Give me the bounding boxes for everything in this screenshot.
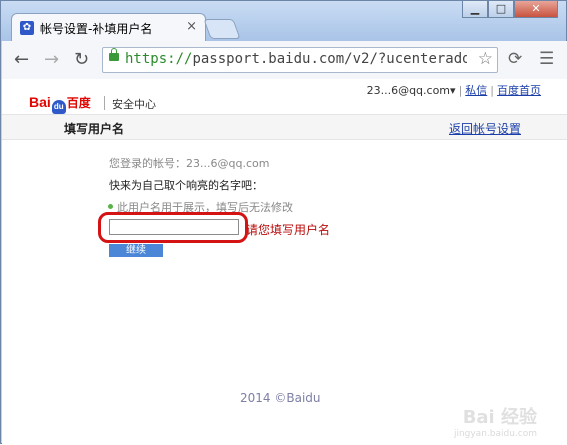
close-button[interactable]: ✕ (514, 1, 558, 18)
baidu-paw-icon: ✿ (20, 21, 34, 35)
login-account-info: 您登录的帐号：23...6@qq.com (109, 157, 270, 170)
user-caret-icon[interactable]: ▾ (450, 84, 456, 97)
baidu-logo[interactable]: Bai du 百度 (29, 94, 91, 114)
section-title: 安全中心 (112, 98, 156, 111)
username-prompt: 快来为自己取个响亮的名字吧： (109, 179, 263, 192)
menu-icon[interactable]: ☰ (539, 49, 554, 69)
watermark-text: Bai 经验 (462, 407, 537, 428)
continue-button[interactable]: 继续 (109, 244, 163, 257)
sync-icon[interactable]: ⟳ (508, 49, 522, 69)
baidu-home-link[interactable]: 百度首页 (497, 84, 541, 97)
lock-icon (109, 48, 119, 61)
logo-paw-icon: du (51, 100, 66, 114)
page-content: Bai du 百度 安全中心 23...6@qq.com▾ | 私信 | 百度首页 填写用户… (2, 79, 567, 445)
hint-bullet-icon (108, 204, 113, 209)
username-input[interactable] (109, 219, 239, 235)
browser-window: ✿ 帐号设置-补填用户名 × ▁ □ ✕ ← → ↻ https://passp… (0, 0, 567, 445)
address-bar[interactable]: https://passport.baidu.com/v2/?ucenterad… (102, 47, 498, 73)
user-account[interactable]: 23...6@qq.com (367, 84, 450, 97)
watermark-url: jingyan.baidu.com (453, 429, 537, 439)
page-title: 填写用户名 (64, 122, 125, 136)
new-tab-button[interactable] (203, 19, 241, 39)
logo-divider (104, 96, 105, 110)
logo-text: Bai (29, 94, 51, 110)
url-path: passport.baidu.com/v2/?ucenteradd (192, 51, 467, 67)
tab-title: 帐号设置-补填用户名 (40, 22, 153, 36)
maximize-button[interactable]: □ (488, 1, 514, 18)
window-controls: ▁ □ ✕ (462, 1, 558, 19)
url-text[interactable]: https://passport.baidu.com/v2/?ucenterad… (125, 51, 467, 67)
messages-link[interactable]: 私信 (465, 84, 487, 97)
browser-tab[interactable]: ✿ 帐号设置-补填用户名 × (11, 13, 206, 41)
user-links: 23...6@qq.com▾ | 私信 | 百度首页 (367, 82, 541, 98)
back-icon[interactable]: ← (14, 49, 29, 70)
logo-cn: 百度 (66, 96, 91, 110)
title-bar: ✿ 帐号设置-补填用户名 × ▁ □ ✕ (1, 1, 566, 41)
divider: | (458, 84, 463, 97)
watermark: Bai 经验 jingyan.baidu.com (454, 403, 537, 439)
browser-toolbar: ← → ↻ https://passport.baidu.com/v2/?uce… (2, 41, 567, 80)
error-message: 请您填写用户名 (246, 223, 331, 237)
divider: | (490, 84, 494, 97)
footer-copyright: 2014 ©Baidu (240, 391, 321, 405)
forward-icon[interactable]: → (44, 49, 59, 70)
sub-header: 填写用户名 返回帐号设置 (2, 114, 567, 140)
reload-icon[interactable]: ↻ (74, 49, 89, 70)
bookmark-star-icon[interactable]: ☆ (478, 49, 493, 69)
minimize-button[interactable]: ▁ (462, 1, 488, 18)
url-scheme: https:// (125, 51, 193, 67)
back-to-settings-link[interactable]: 返回帐号设置 (449, 120, 521, 137)
tab-close-icon[interactable]: × (186, 19, 197, 34)
